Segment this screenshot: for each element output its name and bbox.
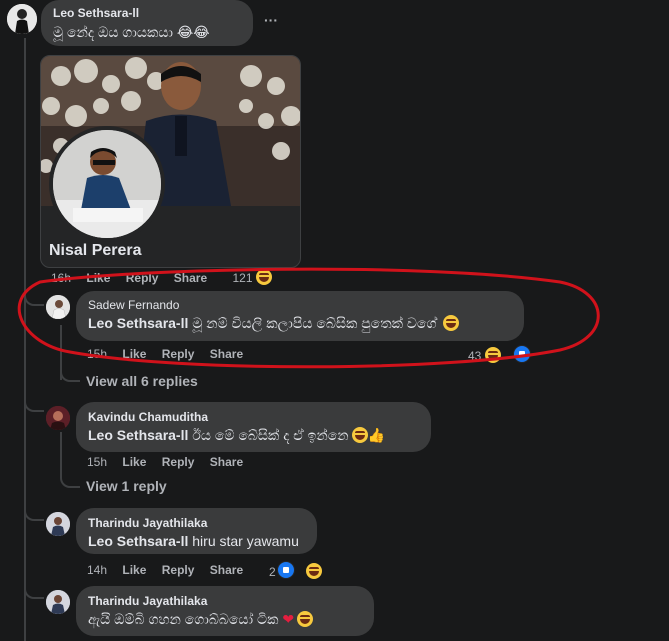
heart-emoji-icon: ❤ [282,611,295,627]
thumbs-up-emoji-icon: 👍 [367,427,386,443]
reply-button[interactable]: Reply [162,455,195,469]
comment-text: ඇයි ඔම්බි ගහන ගොබ්බයෝ ටික ❤ [88,611,314,628]
timestamp[interactable]: 15h [87,455,107,469]
comment-text-content: ඇයි ඔම්බි ගහන ගොබ්බයෝ ටික [88,611,279,627]
grimacing-emoji-icon [351,427,368,443]
like-reaction-icon [276,561,295,579]
laughing-emoji-icon [297,611,314,627]
reaction-count: 2 [269,565,276,579]
mention-link[interactable]: Leo Sethsara-ll [88,533,188,549]
reply-button[interactable]: Reply [162,563,195,577]
comment-text: Leo Sethsara-ll hiru star yawamu [88,533,299,549]
comment-author[interactable]: Tharindu Jayathilaka [88,594,207,608]
like-button[interactable]: Like [122,563,146,577]
mention-link[interactable]: Leo Sethsara-ll [88,427,188,443]
comment-author[interactable]: Tharindu Jayathilaka [88,516,207,530]
avatar[interactable] [46,512,70,536]
person-icon [46,406,70,430]
person-icon [46,512,70,536]
view-replies-link[interactable]: View 1 reply [86,478,167,494]
timestamp[interactable]: 14h [87,563,107,577]
comment-text-content: ඊය මේ බේසික් ද ඒ ඉන්නෙ [192,427,349,443]
comment-text-content: hiru star yawamu [192,533,299,549]
share-button[interactable]: Share [210,563,243,577]
reaction-summary[interactable]: 2 [269,561,334,579]
person-icon [46,590,70,614]
share-button[interactable]: Share [210,455,243,469]
comment-actions: 15h Like Reply Share [87,455,255,469]
haha-reaction-icon [305,563,322,579]
comment-author[interactable]: Kavindu Chamuditha [88,410,208,424]
comment-text: Leo Sethsara-ll ඊය මේ බේසික් ද ඒ ඉන්නෙ 👍 [88,427,385,444]
avatar[interactable] [46,406,70,430]
comment-actions: 14h Like Reply Share [87,563,255,577]
avatar[interactable] [46,590,70,614]
like-button[interactable]: Like [122,455,146,469]
